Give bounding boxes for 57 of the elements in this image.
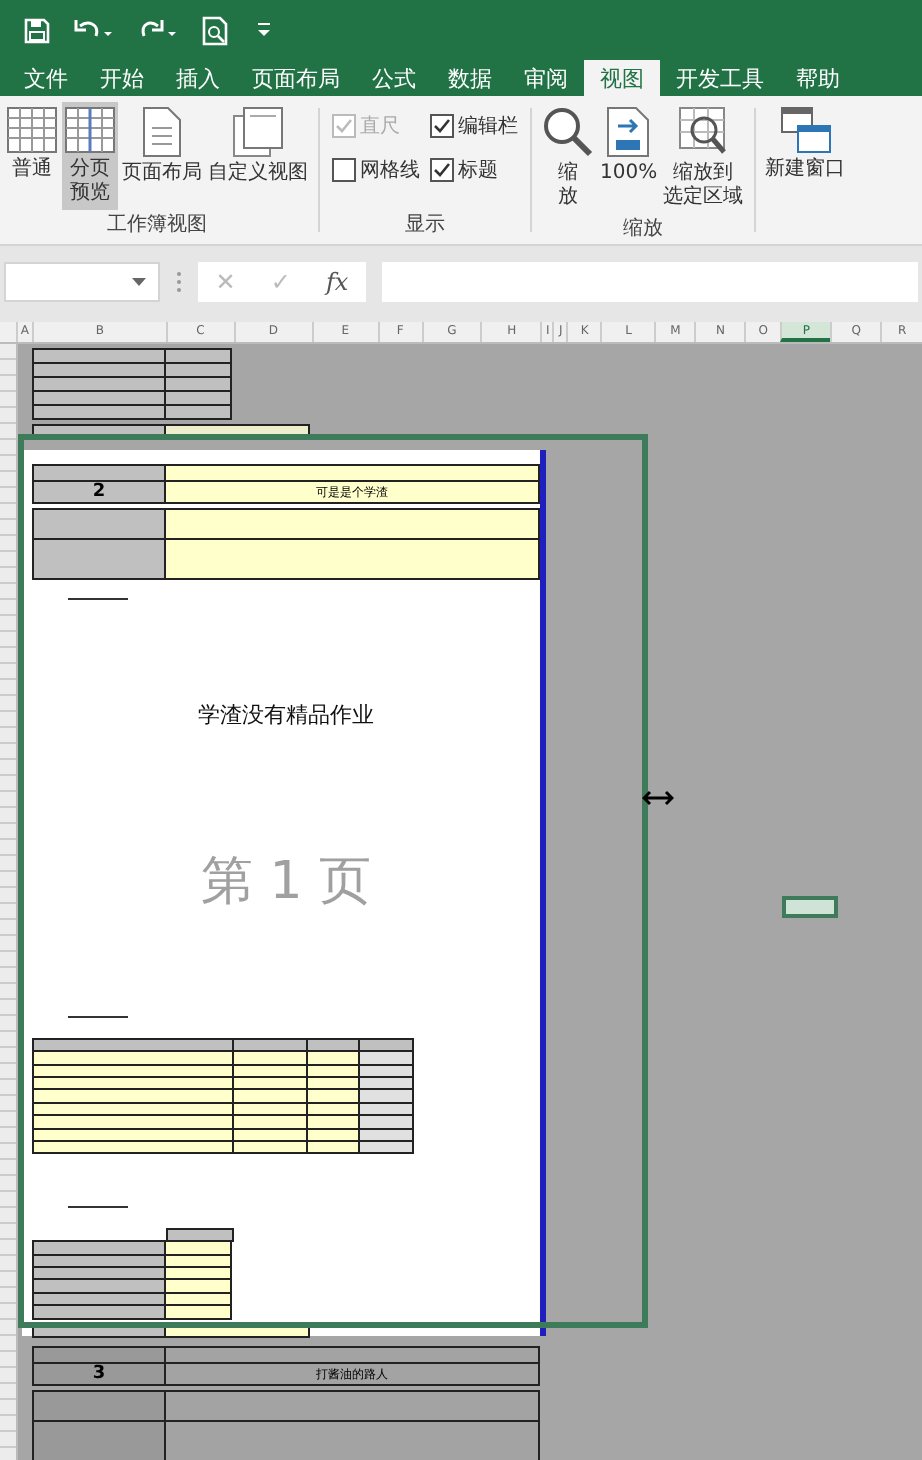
page-heading: 学渣没有精品作业 [196, 699, 376, 730]
group-label: 显示 [405, 212, 445, 240]
zoom-button[interactable]: 100% [598, 102, 660, 190]
dropdown-caret-icon [132, 278, 146, 286]
ribbon-tab[interactable]: 文件 [8, 60, 84, 96]
view-button[interactable]: 分页 预览 [62, 102, 118, 210]
zoom-button[interactable]: 缩放到 选定区域 [661, 102, 746, 214]
save-icon[interactable] [24, 17, 50, 43]
page-icon [142, 106, 182, 158]
ribbon-tab[interactable]: 页面布局 [236, 60, 356, 96]
ribbon-tab[interactable]: 公式 [356, 60, 432, 96]
checkbox-icon [332, 158, 356, 182]
view-button[interactable]: 自定义视图 [206, 102, 310, 190]
stacked-pages-icon [232, 106, 284, 158]
windows-icon [779, 106, 832, 154]
checkbox[interactable]: 标题 [430, 156, 518, 184]
table-cell: 3 [32, 1362, 166, 1386]
resize-cursor-icon [642, 790, 674, 806]
checkbox-icon [430, 114, 454, 138]
table-cell [32, 1420, 166, 1460]
checkbox[interactable]: 编辑栏 [430, 112, 518, 140]
print-preview-icon[interactable] [202, 15, 230, 45]
new-window-button[interactable]: 新建窗口 [763, 102, 848, 186]
ribbon-tab[interactable]: 数据 [432, 60, 508, 96]
magnifier-grid-icon [677, 106, 730, 158]
checkbox-icon [332, 114, 356, 138]
ribbon-tab[interactable]: 审阅 [508, 60, 584, 96]
view-button[interactable]: 页面布局 [120, 102, 204, 190]
underlined-caption [68, 1011, 128, 1018]
checkbox[interactable]: 网格线 [332, 156, 420, 184]
table-cell [32, 508, 166, 540]
ribbon-tab[interactable]: 开发工具 [660, 60, 780, 96]
table-cell [32, 538, 166, 580]
group-label: 工作簿视图 [107, 211, 207, 240]
ribbon-tab[interactable]: 开始 [84, 60, 160, 96]
grid-icon [6, 106, 58, 154]
selected-cell[interactable] [782, 896, 838, 918]
checkbox-icon [430, 158, 454, 182]
view-button[interactable]: 普通 [4, 102, 60, 186]
formula-input[interactable] [382, 262, 918, 302]
ribbon-tab[interactable]: 帮助 [780, 60, 856, 96]
ribbon-tab[interactable]: 视图 [584, 60, 660, 96]
underlined-caption [68, 594, 128, 600]
page-number-label: 第 1 页 [198, 849, 374, 916]
zoom-button[interactable]: 缩 放 [540, 102, 596, 214]
page-arrow-icon [606, 106, 651, 158]
underlined-caption [68, 1201, 128, 1208]
group-label: 缩放 [622, 215, 663, 244]
print-area-border[interactable] [18, 434, 648, 1328]
customize-dropdown-icon[interactable] [254, 22, 274, 38]
ribbon-tab[interactable]: 插入 [160, 60, 236, 96]
insert-function-button[interactable]: fx [325, 268, 349, 296]
table-cell [32, 1390, 166, 1422]
table-cell: 2 [32, 480, 166, 504]
grid-page-icon [64, 106, 116, 154]
magnifier-icon [542, 106, 594, 158]
drag-handle-icon[interactable] [176, 270, 182, 294]
